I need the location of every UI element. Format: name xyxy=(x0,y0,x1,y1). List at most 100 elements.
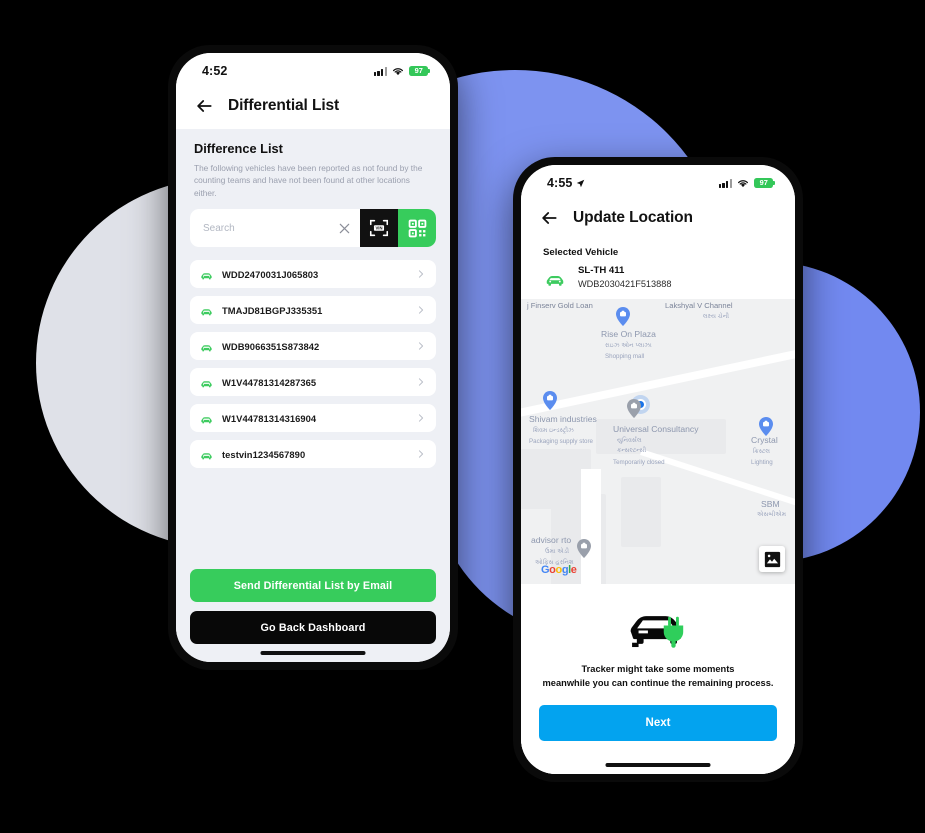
map-label: રાઇઝ ઓન પ્લાઝા xyxy=(605,342,652,350)
tracker-footer: Tracker might take some moments meanwhil… xyxy=(521,584,795,774)
status-time: 4:55 xyxy=(547,176,585,190)
electric-car-charging-icon xyxy=(630,616,684,649)
map-label: ઓફિસ હરનિશ xyxy=(535,559,574,567)
section-heading: Difference List xyxy=(194,141,283,156)
vin-scanner-icon: VIN xyxy=(369,220,389,237)
status-indicators: 97 xyxy=(718,178,775,188)
car-icon xyxy=(201,381,212,388)
map-layers-button[interactable] xyxy=(759,546,785,573)
vehicle-vin-text: W1V44781314287365 xyxy=(222,376,317,388)
composition-stage: 4:52 97 Differential List Difference Lis… xyxy=(0,0,925,833)
cellular-signal-icon xyxy=(718,178,732,188)
qr-code-scanner-icon xyxy=(408,219,426,238)
send-differential-list-button[interactable]: Send Differential List by Email xyxy=(190,569,436,602)
pin-universal-consultancy xyxy=(627,399,641,419)
phone-mockup-differential-list: 4:52 97 Differential List Difference Lis… xyxy=(168,45,458,670)
car-icon xyxy=(546,275,564,286)
search-row: VIN xyxy=(190,209,436,248)
action-buttons: Send Differential List by Email Go Back … xyxy=(190,569,436,662)
vehicle-vin-text: W1V44781314316904 xyxy=(222,412,317,424)
home-indicator xyxy=(260,651,366,655)
back-arrow-icon[interactable] xyxy=(194,96,214,116)
update-location-body: Selected Vehicle SL-TH 411 WDB2030421F51… xyxy=(521,241,795,774)
phone-two-screen: 4:55 97 Update Location Selected Vehicle… xyxy=(521,165,795,774)
wifi-icon xyxy=(737,179,749,187)
status-indicators: 97 xyxy=(373,66,430,76)
vehicle-vin-text: WDB9066351S873842 xyxy=(222,340,320,352)
chevron-right-icon xyxy=(418,450,424,458)
vehicle-list-item[interactable]: WDB9066351S873842 xyxy=(190,332,436,361)
vehicle-list-item[interactable]: testvin1234567890 xyxy=(190,440,436,469)
svg-text:VIN: VIN xyxy=(375,226,382,231)
status-time: 4:52 xyxy=(202,64,228,78)
map-label: Crystal xyxy=(751,435,778,446)
vehicle-vin-text: testvin1234567890 xyxy=(222,448,306,460)
map-label: Packaging supply store xyxy=(529,438,593,446)
car-icon xyxy=(201,273,212,280)
app-bar: Update Location xyxy=(521,195,795,241)
pin-advisor-rto xyxy=(577,539,591,559)
map-label: Lighting xyxy=(751,459,773,467)
vin-scanner-button[interactable]: VIN xyxy=(360,209,398,248)
chevron-right-icon xyxy=(418,342,424,350)
battery-icon: 97 xyxy=(754,178,775,188)
vehicle-list-item[interactable]: TMAJD81BGPJ335351 xyxy=(190,296,436,325)
section-description: The following vehicles have been reporte… xyxy=(194,163,423,198)
map-view[interactable]: Google j Finserv Gold Loan Lakshyal V Cha… xyxy=(521,299,795,585)
vehicle-list-item[interactable]: W1V44781314287365 xyxy=(190,368,436,397)
pin-crystal-lighting xyxy=(759,417,773,437)
car-icon xyxy=(201,309,212,316)
home-indicator xyxy=(605,763,711,767)
tracker-message: Tracker might take some moments meanwhil… xyxy=(543,663,774,691)
car-icon xyxy=(201,345,212,352)
map-label: SBM xyxy=(761,499,780,510)
map-label: લક્ષ્ય ચેની xyxy=(703,313,730,321)
phone-one-screen: 4:52 97 Differential List Difference Lis… xyxy=(176,53,450,662)
chevron-right-icon xyxy=(418,414,424,422)
phone-mockup-update-location: 4:55 97 Update Location Selected Vehicle… xyxy=(513,157,803,782)
map-label: એસબીએમ xyxy=(757,511,787,519)
map-building xyxy=(621,477,661,548)
search-input[interactable] xyxy=(203,222,338,234)
tracker-message-line-1: Tracker might take some moments xyxy=(581,664,735,675)
status-bar: 4:52 97 xyxy=(176,53,450,83)
go-back-dashboard-button[interactable]: Go Back Dashboard xyxy=(190,611,436,644)
selected-vehicle-row: SL-TH 411 WDB2030421F513888 xyxy=(521,265,795,299)
vehicle-vin-text: WDD2470031J065803 xyxy=(222,268,319,280)
map-label: કન્સલ્ટન્સી xyxy=(617,447,647,455)
battery-icon: 97 xyxy=(409,66,430,76)
cellular-signal-icon xyxy=(373,66,387,76)
page-title: Differential List xyxy=(228,97,340,114)
qr-scanner-button[interactable] xyxy=(398,209,436,248)
pin-rise-on-plaza xyxy=(616,307,630,327)
map-road xyxy=(581,469,601,585)
map-layers-icon xyxy=(764,551,780,568)
close-icon[interactable] xyxy=(338,222,351,235)
app-bar: Differential List xyxy=(176,83,450,129)
map-label: ક્રિસ્ટલ xyxy=(753,448,771,456)
vehicle-vin-text: TMAJD81BGPJ335351 xyxy=(222,304,323,316)
map-label: advisor rto xyxy=(531,535,572,546)
vehicle-list-item[interactable]: W1V44781314316904 xyxy=(190,404,436,433)
search-box xyxy=(190,209,360,248)
map-label: j Finserv Gold Loan xyxy=(527,301,593,311)
vehicle-list-item[interactable]: WDD2470031J065803 xyxy=(190,260,436,289)
vehicle-name: SL-TH 411 xyxy=(578,265,625,276)
status-bar: 4:55 97 xyxy=(521,165,795,195)
location-arrow-icon xyxy=(577,179,585,187)
chevron-right-icon xyxy=(418,306,424,314)
vehicle-vin: WDB2030421F513888 xyxy=(578,278,672,289)
car-icon xyxy=(201,417,212,424)
selected-vehicle-info: SL-TH 411 WDB2030421F513888 xyxy=(578,265,671,290)
map-label: Universal Consultancy xyxy=(613,424,699,435)
map-label: Rise On Plaza xyxy=(601,329,656,340)
map-label: Shivam industries xyxy=(529,414,597,425)
map-label: શિવમ ઇન્ડસ્ટ્રીઝ xyxy=(533,427,574,435)
map-label: ઉમા એડી xyxy=(545,548,569,556)
chevron-right-icon xyxy=(418,270,424,278)
map-label: Temporarily closed xyxy=(613,459,665,467)
map-label: Shopping mall xyxy=(605,353,645,361)
next-button[interactable]: Next xyxy=(539,705,777,742)
back-arrow-icon[interactable] xyxy=(539,208,559,228)
